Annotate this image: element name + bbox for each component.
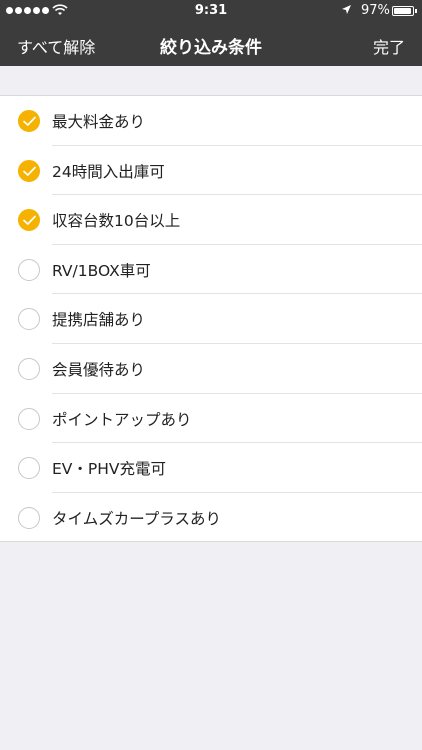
battery-icon <box>392 6 417 16</box>
filter-label: EV・PHV充電可 <box>52 460 167 479</box>
checkmark-icon[interactable] <box>18 159 40 182</box>
checkbox-icon[interactable] <box>18 308 40 331</box>
location-arrow-icon <box>342 5 351 14</box>
filter-row-ev-charging[interactable]: EV・PHV充電可 <box>0 443 422 493</box>
filter-label: RV/1BOX車可 <box>52 261 151 280</box>
filter-row-times-car-plus[interactable]: タイムズカープラスあり <box>0 493 422 543</box>
checkmark-icon[interactable] <box>18 209 40 232</box>
filter-label: 収容台数10台以上 <box>52 212 181 231</box>
battery-percentage: 97% <box>361 3 390 18</box>
checkbox-icon[interactable] <box>18 258 40 281</box>
done-button[interactable]: 完了 <box>373 34 405 58</box>
filter-list: 最大料金あり 24時間入出庫可 収容台数10台以上 RV/1BOX車可 提携店舗… <box>0 95 422 542</box>
filter-row-partner-store[interactable]: 提携店舗あり <box>0 294 422 344</box>
filter-label: タイムズカープラスあり <box>52 509 221 528</box>
filter-row-member-benefit[interactable]: 会員優待あり <box>0 344 422 394</box>
filter-row-max-fee[interactable]: 最大料金あり <box>0 96 422 146</box>
status-bar: 9:31 97% <box>0 0 422 22</box>
navigation-bar: すべて解除 絞り込み条件 完了 <box>0 22 422 66</box>
checkbox-icon[interactable] <box>18 357 40 380</box>
checkbox-icon[interactable] <box>18 457 40 480</box>
filter-row-24h[interactable]: 24時間入出庫可 <box>0 146 422 196</box>
checkmark-icon[interactable] <box>18 110 40 132</box>
filter-label: 24時間入出庫可 <box>52 162 165 181</box>
battery-fill <box>394 8 412 14</box>
checkbox-icon[interactable] <box>18 407 40 430</box>
page-title: 絞り込み条件 <box>160 38 262 58</box>
filter-label: 提携店舗あり <box>52 311 146 330</box>
filter-label: ポイントアップあり <box>52 410 192 429</box>
filter-label: 会員優待あり <box>52 360 146 379</box>
status-time: 9:31 <box>194 3 228 18</box>
filter-label: 最大料金あり <box>52 113 146 131</box>
checkbox-icon[interactable] <box>18 506 40 529</box>
filter-row-capacity[interactable]: 収容台数10台以上 <box>0 195 422 245</box>
filter-row-point-up[interactable]: ポイントアップあり <box>0 394 422 444</box>
filter-row-rv-1box[interactable]: RV/1BOX車可 <box>0 245 422 295</box>
